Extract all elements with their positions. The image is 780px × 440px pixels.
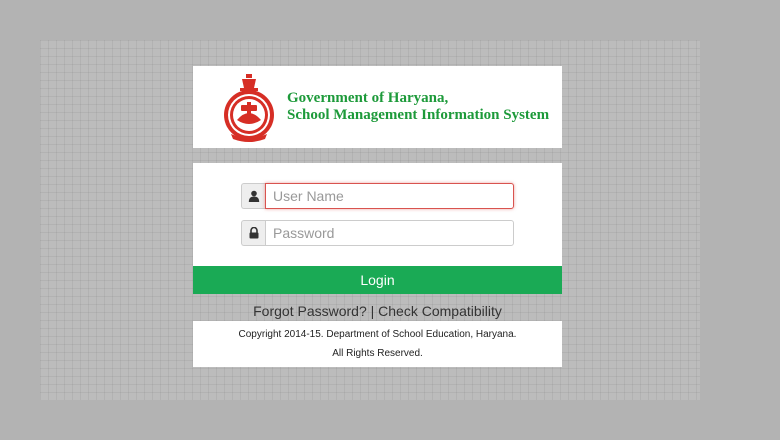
organization-title: Government of Haryana, School Management… xyxy=(287,90,549,124)
user-icon xyxy=(241,183,265,209)
username-input[interactable] xyxy=(265,183,514,209)
haryana-emblem-icon xyxy=(224,74,274,142)
rights-text: All Rights Reserved. xyxy=(332,348,423,359)
password-row xyxy=(241,220,514,246)
forgot-password-link[interactable]: Forgot Password? xyxy=(253,303,367,319)
login-button[interactable]: Login xyxy=(193,266,562,294)
lock-icon xyxy=(241,220,265,246)
copyright-text: Copyright 2014-15. Department of School … xyxy=(238,329,517,340)
org-title-line2: School Management Information System xyxy=(287,107,550,123)
login-panel: Login xyxy=(193,163,562,294)
username-row xyxy=(241,183,514,209)
header-panel: Government of Haryana, School Management… xyxy=(193,66,562,148)
org-title-line1: Government of Haryana, xyxy=(287,90,449,106)
password-input[interactable] xyxy=(265,220,514,246)
check-compatibility-link[interactable]: Check Compatibility xyxy=(378,303,502,319)
footer-panel: Copyright 2014-15. Department of School … xyxy=(193,321,562,367)
auxiliary-links: Forgot Password? | Check Compatibility xyxy=(193,302,562,320)
link-separator: | xyxy=(370,303,375,319)
